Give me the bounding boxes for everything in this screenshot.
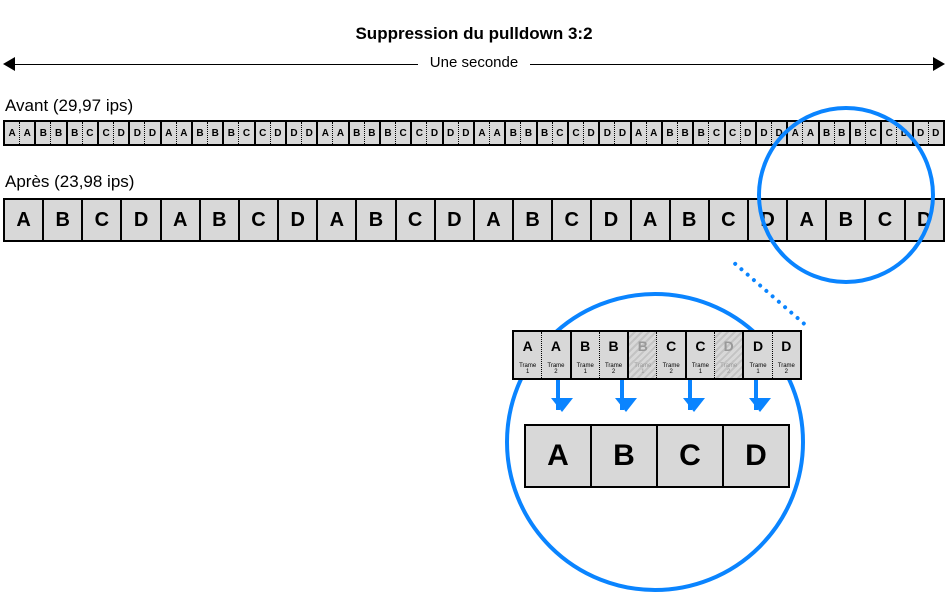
after-frame: D [592,200,631,240]
arrow-down-icon [688,380,692,410]
after-strip: ABCDABCDABCDABCDABCDABCD [3,198,945,242]
zoom-field: CTrame1 [687,332,715,378]
after-frame: D [749,200,788,240]
after-frame: A [632,200,671,240]
after-frame: C [83,200,122,240]
after-frame: C [553,200,592,240]
after-frame: D [279,200,318,240]
zoom-result-frame: C [658,426,724,486]
before-frame: BB [36,122,67,144]
after-frame: A [475,200,514,240]
before-frame: AA [318,122,349,144]
zoom-field: BTrame1 [629,332,657,378]
before-frame: CD [726,122,757,144]
after-frame: D [122,200,161,240]
zoom-field: ATrame1 [514,332,542,378]
before-frame: BC [851,122,882,144]
before-frame: BC [68,122,99,144]
after-frame: A [788,200,827,240]
span-arrow-left [5,64,418,65]
after-frame: C [710,200,749,240]
after-frame: B [201,200,240,240]
after-frame: A [5,200,44,240]
before-frame: DD [130,122,161,144]
before-frame: BC [538,122,569,144]
before-frame: CD [569,122,600,144]
after-frame: B [671,200,710,240]
after-frame: B [827,200,866,240]
before-frame: AA [475,122,506,144]
before-label: Avant (29,97 ips) [5,96,133,116]
before-frame: DD [757,122,788,144]
before-strip: AABBBCCDDDAABBBCCDDDAABBBCCDDDAABBBCCDDD… [3,120,945,146]
before-frame: BB [506,122,537,144]
before-frame: BC [381,122,412,144]
zoom-field: BTrame2 [600,332,629,378]
zoom-before-strip: ATrame1ATrame2BTrame1BTrame2BTrame1CTram… [512,330,802,380]
after-frame: C [240,200,279,240]
lens-connector [732,261,806,326]
span-label: Une seconde [0,54,948,71]
before-frame: AA [632,122,663,144]
span-arrow-right [530,64,943,65]
after-frame: B [514,200,553,240]
zoom-result-frame: A [526,426,592,486]
before-frame: BC [224,122,255,144]
before-frame: DD [444,122,475,144]
zoom-arrows [512,380,802,424]
after-label: Après (23,98 ips) [5,172,134,192]
after-frame: A [162,200,201,240]
zoom-field: DTrame2 [773,332,802,378]
before-frame: BB [350,122,381,144]
after-frame: B [44,200,83,240]
before-frame: BB [663,122,694,144]
before-frame: AA [788,122,819,144]
after-frame: B [357,200,396,240]
zoom-field: DTrame2 [715,332,744,378]
before-frame: CD [882,122,913,144]
zoom-result-frame: B [592,426,658,486]
arrow-down-icon [556,380,560,410]
before-frame: BC [694,122,725,144]
before-frame: CD [412,122,443,144]
after-frame: C [866,200,905,240]
after-frame: D [906,200,945,240]
after-frame: D [436,200,475,240]
before-frame: AA [162,122,193,144]
zoom-field: DTrame1 [744,332,772,378]
after-frame: C [397,200,436,240]
before-frame: DD [914,122,945,144]
zoom-field: ATrame2 [542,332,571,378]
before-frame: DD [600,122,631,144]
before-frame: BB [820,122,851,144]
zoom-result-frame: D [724,426,790,486]
after-frame: A [318,200,357,240]
zoom-field: CTrame2 [657,332,686,378]
before-frame: AA [5,122,36,144]
arrow-down-icon [620,380,624,410]
diagram-title: Suppression du pulldown 3:2 [0,24,948,44]
zoom-after-strip: ABCD [524,424,790,488]
arrow-down-icon [754,380,758,410]
zoom-field: BTrame1 [572,332,600,378]
before-frame: CD [256,122,287,144]
zoom-panel: ATrame1ATrame2BTrame1BTrame2BTrame1CTram… [512,330,802,488]
before-frame: BB [193,122,224,144]
before-frame: CD [99,122,130,144]
before-frame: DD [287,122,318,144]
